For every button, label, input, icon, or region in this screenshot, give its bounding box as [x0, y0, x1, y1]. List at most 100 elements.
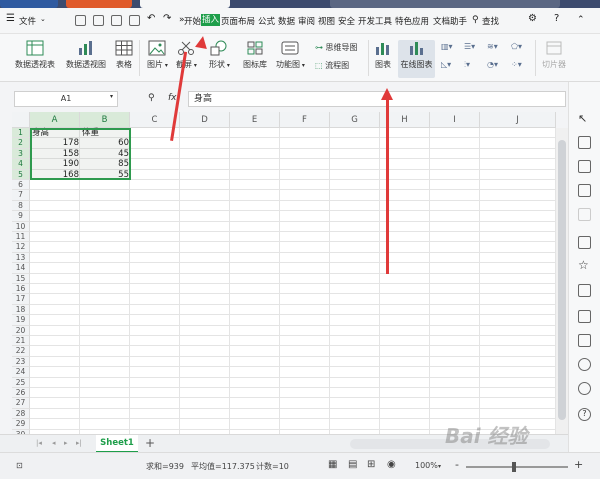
row-header-19[interactable]: 19 [12, 315, 30, 326]
history-icon[interactable] [578, 382, 591, 395]
scrollbar-thumb[interactable] [558, 140, 566, 420]
row-header-11[interactable]: 11 [12, 232, 30, 243]
row-header-3[interactable]: 3 [12, 148, 30, 160]
flowchart-button[interactable]: ⬚ 流程图 [315, 60, 349, 71]
pivot-table-button[interactable]: 数据透视表 [15, 40, 55, 70]
cell-a5[interactable]: 168 [31, 170, 81, 180]
function-chart-button[interactable]: 功能图 ▾ [276, 40, 305, 70]
chevron-down-icon[interactable]: ▾ [110, 93, 113, 100]
table-button[interactable]: 表格 [115, 40, 133, 70]
row-header-10[interactable]: 10 [12, 221, 30, 232]
row-header-29[interactable]: 29 [12, 419, 30, 430]
scatter-chart-icon[interactable]: ⁘▾ [511, 60, 522, 69]
image-icon[interactable] [578, 334, 591, 347]
row-header-15[interactable]: 15 [12, 273, 30, 284]
chevron-down-icon[interactable]: ▾ [300, 62, 305, 69]
tab-doc-assistant[interactable]: 文档助手 [433, 15, 467, 27]
row-header-23[interactable]: 23 [12, 356, 30, 368]
window-tab[interactable] [66, 0, 132, 8]
row-header-9[interactable]: 9 [12, 211, 30, 222]
area-chart-icon[interactable]: ◺▾ [441, 60, 451, 69]
add-sheet-button[interactable]: + [145, 436, 155, 450]
help-icon[interactable]: ? [554, 13, 559, 24]
share-icon[interactable] [578, 310, 591, 323]
column-header-g[interactable]: G [330, 112, 380, 128]
export-pdf-icon[interactable] [93, 15, 104, 26]
tab-formulas[interactable]: 公式 [258, 15, 275, 27]
column-header-d[interactable]: D [180, 112, 230, 128]
hamburger-icon[interactable]: ☰ [6, 13, 15, 24]
tab-view[interactable]: 视图 [318, 15, 335, 27]
shapes-panel-icon[interactable] [578, 136, 591, 149]
redo-icon[interactable]: ↷ [163, 13, 171, 24]
row-header-18[interactable]: 18 [12, 304, 30, 316]
bar-chart-icon[interactable]: ≋▾ [487, 42, 498, 51]
archive-icon[interactable] [578, 284, 591, 297]
row-header-25[interactable]: 25 [12, 377, 30, 388]
normal-view-icon[interactable]: ▦ [328, 459, 337, 470]
row-header-8[interactable]: 8 [12, 200, 30, 212]
table-style-icon[interactable] [578, 160, 591, 173]
pivot-chart-button[interactable]: 数据透视图 [66, 40, 106, 70]
chevron-down-icon[interactable]: ▾ [225, 62, 230, 69]
copy-format-icon[interactable] [578, 236, 591, 249]
row-header-20[interactable]: 20 [12, 325, 30, 336]
backup-icon[interactable] [578, 358, 591, 371]
zoom-level[interactable]: 100% [415, 461, 438, 470]
cell-style-icon[interactable] [578, 184, 591, 197]
row-header-7[interactable]: 7 [12, 190, 30, 201]
window-tab[interactable] [330, 0, 560, 8]
select-tool-icon[interactable]: ↖ [578, 112, 591, 125]
spreadsheet-grid[interactable]: ABCDEFGHIJ 1 2 3 4 5 6 7 8 9 10 11 12 13 14 15 16 17 18 19… [12, 112, 556, 434]
online-chart-button[interactable]: 在线图表 [398, 40, 435, 78]
prev-sheet-icon[interactable]: ◂ [52, 439, 56, 447]
cell-b4[interactable]: 85 [81, 159, 131, 169]
settings-icon[interactable]: ⚙ [528, 13, 537, 24]
cell-a3[interactable]: 158 [31, 149, 81, 159]
row-header-6[interactable]: 6 [12, 180, 30, 191]
row-header-1[interactable]: 1 [12, 128, 30, 139]
column-header-b[interactable]: B [80, 112, 130, 128]
tab-security[interactable]: 安全 [338, 15, 355, 27]
cell-b1[interactable]: 体重 [82, 128, 130, 138]
tab-review[interactable]: 审阅 [298, 15, 315, 27]
shape-button[interactable]: 形状 ▾ [209, 40, 230, 70]
cell-a4[interactable]: 190 [31, 159, 81, 169]
tab-insert[interactable]: 插入 [201, 14, 221, 26]
formula-input[interactable]: 身高 [188, 91, 566, 107]
chevron-down-icon[interactable]: ⌄ [40, 15, 46, 23]
tab-special-apps[interactable]: 特色应用 [395, 15, 429, 27]
row-header-4[interactable]: 4 [12, 159, 30, 170]
cell-b5[interactable]: 55 [81, 170, 131, 180]
row-header-28[interactable]: 28 [12, 408, 30, 420]
chart-button[interactable]: 图表 [374, 40, 392, 70]
slicer-button[interactable]: 切片器 [542, 40, 566, 70]
row-header-21[interactable]: 21 [12, 336, 30, 347]
print-preview-icon[interactable] [129, 15, 140, 26]
name-box[interactable]: A1 [14, 91, 118, 107]
cell-a1[interactable]: 身高 [32, 128, 80, 138]
row-header-13[interactable]: 13 [12, 252, 30, 264]
picture-button[interactable]: 图片 ▾ [147, 40, 168, 70]
zoom-formula-icon[interactable]: ⚲ [148, 93, 155, 103]
status-layout-icon[interactable]: ⊡ [16, 461, 23, 470]
cell-b3[interactable]: 45 [81, 149, 131, 159]
save-icon[interactable] [75, 15, 86, 26]
column-header-e[interactable]: E [230, 112, 280, 128]
window-tab[interactable] [0, 0, 58, 8]
print-icon[interactable] [111, 15, 122, 26]
reading-mode-icon[interactable]: ◉ [387, 459, 396, 470]
page-layout-view-icon[interactable]: ▤ [348, 459, 357, 470]
zoom-in-button[interactable]: + [574, 458, 583, 471]
row-header-26[interactable]: 26 [12, 388, 30, 399]
column-header-j[interactable]: J [480, 112, 556, 128]
icon-library-button[interactable]: 图标库 [243, 40, 267, 70]
row-header-2[interactable]: 2 [12, 138, 30, 149]
select-all-corner[interactable] [12, 112, 30, 128]
column-header-f[interactable]: F [280, 112, 330, 128]
row-header-5[interactable]: 5 [12, 169, 30, 180]
tab-home[interactable]: 开始 [184, 15, 201, 27]
chevron-down-icon[interactable]: ▾ [438, 463, 441, 470]
tab-developer[interactable]: 开发工具 [358, 15, 392, 27]
mindmap-button[interactable]: ⊶ 思维导图 [315, 42, 358, 53]
